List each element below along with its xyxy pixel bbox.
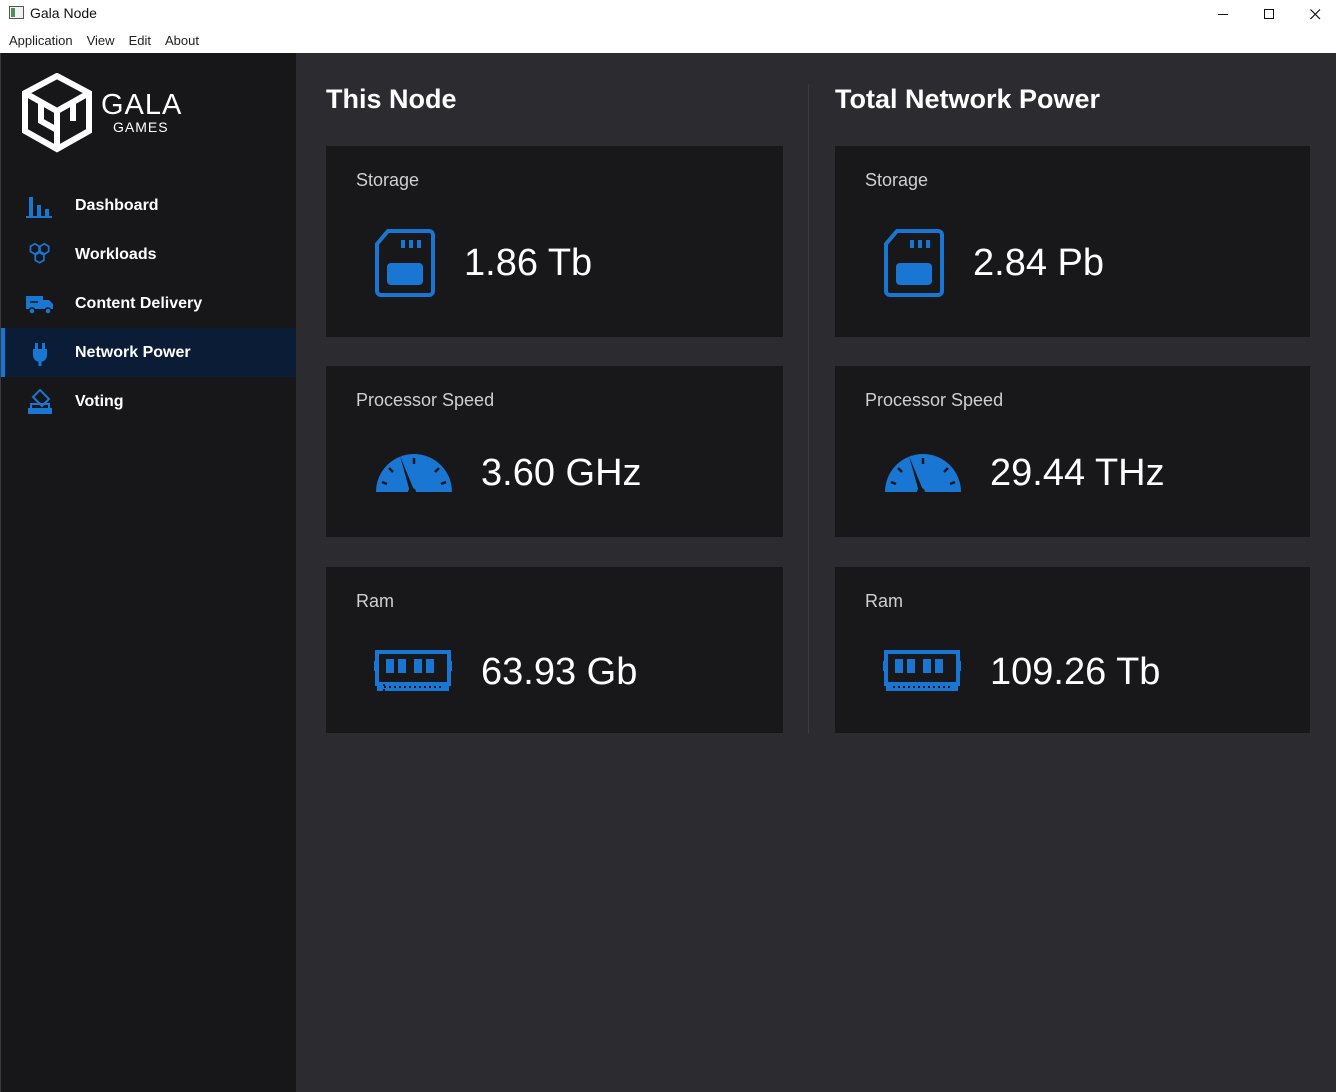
speedometer-icon — [376, 454, 452, 496]
speedometer-icon — [885, 454, 961, 496]
this-node-title: This Node — [326, 84, 457, 114]
sidebar-item-label: Voting — [75, 392, 124, 410]
ballot-icon — [28, 389, 52, 414]
storage-value: 2.84 Pb — [973, 242, 1104, 284]
window-title: Gala Node — [30, 5, 97, 21]
ram-module-icon — [883, 650, 961, 691]
maximize-icon — [1263, 8, 1274, 19]
processor-speed-label: Processor Speed — [865, 390, 1004, 410]
network-processor-card: Processor Speed 29.44 THz — [835, 366, 1310, 537]
gala-games-logo: GALA GAMES — [21, 73, 191, 153]
ram-label: Ram — [356, 591, 395, 611]
network-ram-card: Ram 109.26 Tb — [835, 567, 1310, 733]
network-power-title: Total Network Power — [835, 84, 1101, 114]
minimize-icon — [1217, 13, 1228, 15]
sidebar-item-voting[interactable]: Voting — [1, 377, 296, 426]
menu-application[interactable]: Application — [2, 28, 80, 53]
close-icon — [1309, 8, 1320, 19]
menu-about[interactable]: About — [158, 28, 206, 53]
ram-label: Ram — [865, 591, 904, 611]
bar-chart-icon — [26, 197, 52, 218]
sidebar-item-label: Network Power — [75, 343, 191, 361]
this-node-storage-card: Storage 1.86 Tb — [326, 146, 783, 337]
sidebar-item-label: Content Delivery — [75, 294, 203, 312]
storage-label: Storage — [356, 170, 420, 190]
sidebar-item-workloads[interactable]: Workloads — [1, 230, 296, 279]
hexagons-icon — [29, 242, 50, 264]
storage-label: Storage — [865, 170, 929, 190]
window-titlebar: Gala Node — [0, 0, 1336, 28]
menu-bar: Application View Edit About — [0, 28, 1336, 53]
ram-value: 63.93 Gb — [481, 651, 638, 693]
sidebar-item-content-delivery[interactable]: Content Delivery — [1, 279, 296, 328]
app-icon — [9, 6, 24, 19]
processor-speed-label: Processor Speed — [356, 390, 495, 410]
sidebar-item-network-power[interactable]: Network Power — [1, 328, 296, 377]
this-node-processor-card: Processor Speed 3.60 GHz — [326, 366, 783, 537]
sd-card-icon — [375, 229, 435, 297]
column-divider — [808, 84, 809, 734]
sidebar-item-label: Dashboard — [75, 196, 159, 214]
sidebar-item-label: Workloads — [75, 245, 157, 263]
minimize-button[interactable] — [1200, 0, 1246, 28]
ram-value: 109.26 Tb — [990, 651, 1161, 693]
processor-speed-value: 29.44 THz — [990, 452, 1165, 494]
storage-value: 1.86 Tb — [464, 242, 593, 284]
power-plug-icon — [33, 343, 47, 366]
processor-speed-value: 3.60 GHz — [481, 452, 642, 494]
delivery-truck-icon — [26, 296, 53, 315]
network-storage-card: Storage 2.84 Pb — [835, 146, 1310, 337]
gala-cube-icon — [22, 73, 92, 153]
menu-view[interactable]: View — [80, 28, 122, 53]
menu-edit[interactable]: Edit — [122, 28, 158, 53]
sidebar: GALA GAMES Dashboard Workloads Content D… — [0, 53, 296, 1092]
ram-module-icon — [374, 650, 452, 691]
this-node-ram-card: Ram 63.93 Gb — [326, 567, 783, 733]
brand-subtitle: GAMES — [113, 119, 169, 135]
maximize-button[interactable] — [1246, 0, 1292, 28]
sd-card-icon — [884, 229, 944, 297]
brand-name: GALA — [101, 89, 183, 121]
sidebar-item-dashboard[interactable]: Dashboard — [1, 181, 296, 230]
sidebar-nav: Dashboard Workloads Content Delivery Net… — [1, 181, 296, 426]
close-button[interactable] — [1292, 0, 1336, 28]
